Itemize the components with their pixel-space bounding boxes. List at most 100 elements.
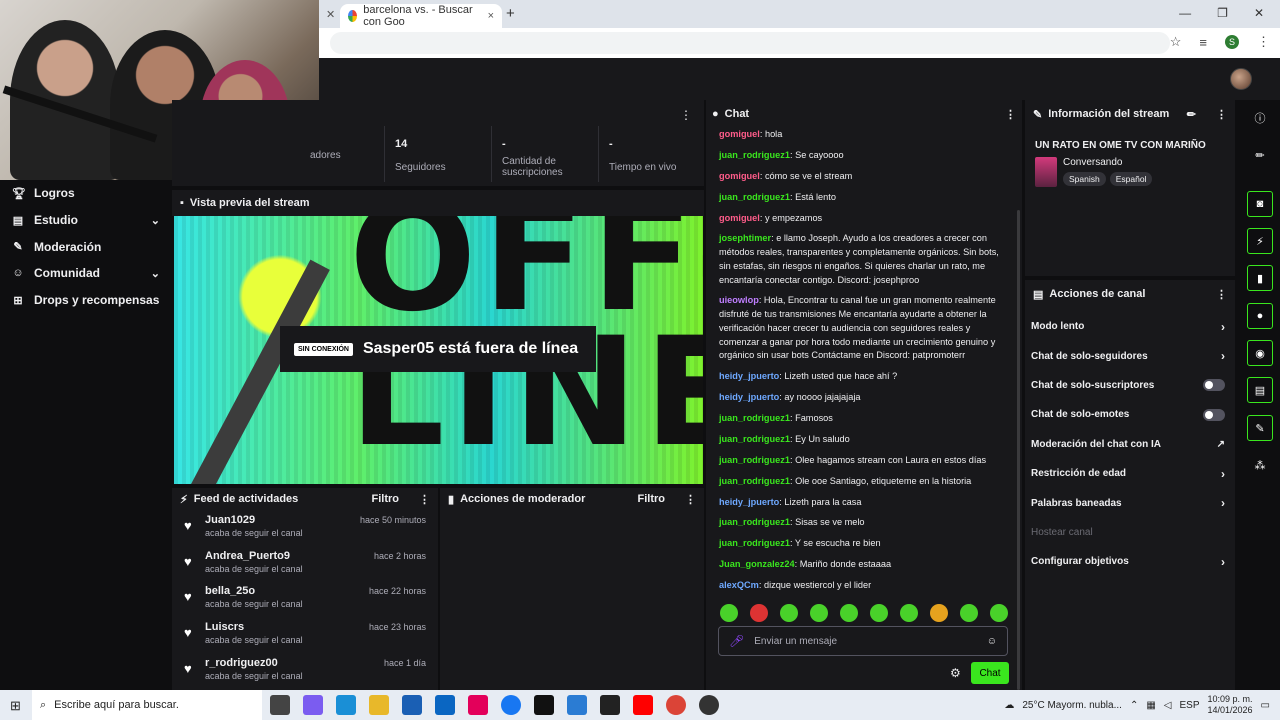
camera-icon[interactable]: ◙ <box>1247 191 1273 217</box>
more-options-icon[interactable]: ⋮ <box>419 493 430 506</box>
youtube-icon[interactable] <box>633 695 653 715</box>
chat-username[interactable]: juan_rodriguez1 <box>719 192 790 202</box>
clock[interactable]: 10:09 p. m. 14/01/2026 <box>1208 694 1253 716</box>
chat-username[interactable]: juan_rodriguez1 <box>719 455 790 465</box>
feed-item[interactable]: ♥ r_rodriguez00 acaba de seguir el canal… <box>172 653 438 689</box>
chat-username[interactable]: gomiguel <box>719 171 760 181</box>
obs-icon[interactable] <box>699 695 719 715</box>
emote-icon[interactable] <box>780 604 798 622</box>
chat-username[interactable]: alexQCm <box>719 580 759 590</box>
chat-username[interactable]: juan_rodriguez1 <box>719 413 790 423</box>
emotes-only-toggle[interactable] <box>1203 408 1225 421</box>
info-icon[interactable]: ⓘ <box>1247 105 1273 131</box>
emote-icon[interactable] <box>720 604 738 622</box>
tag[interactable]: Spanish <box>1063 172 1106 186</box>
app-icon[interactable] <box>567 695 587 715</box>
chat-username[interactable]: heidy_jpuerto <box>719 371 779 381</box>
action-followers-only[interactable]: Chat de solo-seguidores › <box>1025 341 1235 370</box>
chat-username[interactable]: juan_rodriguez1 <box>719 476 790 486</box>
tab-close-icon[interactable]: × <box>488 10 494 22</box>
nav-item-estudio[interactable]: ▤ Estudio ⌄ <box>0 207 172 234</box>
chat-username[interactable]: gomiguel <box>719 213 760 223</box>
emote-icon[interactable] <box>990 604 1008 622</box>
feed-item[interactable]: ♥ Luiscrs acaba de seguir el canal hace … <box>172 617 438 653</box>
emote-icon[interactable] <box>900 604 918 622</box>
more-options-icon[interactable]: ⋮ <box>1216 108 1227 121</box>
volume-icon[interactable]: ◁ <box>1164 700 1172 711</box>
weather-text[interactable]: 25°C Mayorm. nubla... <box>1022 700 1122 711</box>
chrome-menu-icon[interactable]: ⋮ <box>1257 34 1270 50</box>
chrome-icon[interactable] <box>666 695 686 715</box>
feed-filter-button[interactable]: Filtro <box>372 493 400 505</box>
chat-username[interactable]: juan_rodriguez1 <box>719 538 790 548</box>
media-app-icon[interactable] <box>468 695 488 715</box>
action-ai-moderation[interactable]: Moderación del chat con IA ↗ <box>1025 430 1235 459</box>
tray-expand-icon[interactable]: ⌃ <box>1130 700 1138 711</box>
emote-icon[interactable] <box>870 604 888 622</box>
edit-pencil-icon[interactable]: ✏ <box>1187 108 1196 121</box>
microphone-icon[interactable]: 🎤︎ <box>729 634 744 648</box>
emote-icon[interactable] <box>960 604 978 622</box>
address-bar[interactable] <box>330 32 1170 54</box>
nav-item-drops[interactable]: ⊞ Drops y recompensas <box>0 287 172 314</box>
notifications-icon[interactable]: ▭ <box>1261 700 1270 711</box>
profile-avatar[interactable]: S <box>1225 35 1239 49</box>
minimize-icon[interactable]: — <box>1179 6 1191 20</box>
new-tab-button[interactable]: + <box>506 5 515 22</box>
user-avatar[interactable] <box>1230 68 1252 90</box>
restore-icon[interactable]: ❐ <box>1217 6 1228 20</box>
more-options-icon[interactable]: ⋮ <box>680 108 692 122</box>
nav-item-moderacion[interactable]: ✎ Moderación <box>0 233 172 260</box>
taskbar-search[interactable]: ⌕ Escribe aquí para buscar. <box>32 690 262 720</box>
chat-input[interactable]: 🎤︎ Enviar un mensaje ☺ <box>718 626 1008 656</box>
chat-username[interactable]: heidy_jpuerto <box>719 497 779 507</box>
chat-send-button[interactable]: Chat <box>971 662 1009 684</box>
edit-pencil-icon[interactable]: ✏ <box>1247 142 1273 168</box>
subscribers-only-toggle[interactable] <box>1203 379 1225 392</box>
chat-username[interactable]: josephtimer <box>719 233 771 243</box>
nav-item-logros[interactable]: 🏆︎ Logros <box>0 180 172 207</box>
action-slow-mode[interactable]: Modo lento › <box>1025 312 1235 341</box>
more-options-icon[interactable]: ⋮ <box>1005 108 1016 121</box>
copilot-icon[interactable] <box>303 695 323 715</box>
bookmark-star-icon[interactable]: ☆ <box>1170 34 1182 50</box>
file-explorer-icon[interactable] <box>369 695 389 715</box>
gear-icon[interactable]: ⚙ <box>950 666 961 680</box>
chat-bubble-icon[interactable]: ● <box>1247 303 1273 329</box>
action-banned-words[interactable]: Palabras baneadas › <box>1025 488 1235 517</box>
more-options-icon[interactable]: ⋮ <box>685 493 696 506</box>
network-icon[interactable]: ▦ <box>1146 700 1155 711</box>
chat-username[interactable]: juan_rodriguez1 <box>719 434 790 444</box>
emote-icon[interactable] <box>810 604 828 622</box>
task-view-icon[interactable] <box>270 695 290 715</box>
chat-username[interactable]: gomiguel <box>719 129 760 139</box>
panels-icon[interactable]: ▤ <box>1247 377 1273 403</box>
action-age-restriction[interactable]: Restricción de edad › <box>1025 459 1235 488</box>
bolt-icon[interactable]: ⚡︎ <box>1247 228 1273 254</box>
apps-icon[interactable]: ⁂ <box>1247 452 1273 478</box>
emoji-icon[interactable]: ☺ <box>987 636 997 647</box>
chat-username[interactable]: Juan_gonzalez24 <box>719 559 795 569</box>
feed-item[interactable]: ♥ Andrea_Puerto9 acaba de seguir el cana… <box>172 546 438 582</box>
nav-item-comunidad[interactable]: ☺ Comunidad ⌄ <box>0 260 172 287</box>
chat-username[interactable]: juan_rodriguez1 <box>719 517 790 527</box>
outlook-icon[interactable] <box>435 695 455 715</box>
emote-icon[interactable] <box>930 604 948 622</box>
netflix-icon[interactable] <box>534 695 554 715</box>
document-icon[interactable]: ▮ <box>1247 265 1273 291</box>
chat-username[interactable]: juan_rodriguez1 <box>719 150 790 160</box>
more-options-icon[interactable]: ⋮ <box>1216 288 1227 301</box>
store-icon[interactable] <box>402 695 422 715</box>
broadcast-icon[interactable]: ◉ <box>1247 340 1273 366</box>
action-set-goals[interactable]: Configurar objetivos › <box>1025 547 1235 576</box>
feed-item[interactable]: ♥ Juan1029 acaba de seguir el canal hace… <box>172 510 438 546</box>
language-indicator[interactable]: ESP <box>1179 700 1199 711</box>
tag[interactable]: Español <box>1109 172 1153 186</box>
chat-username[interactable]: heidy_jpuerto <box>719 392 779 402</box>
browser-tab[interactable]: barcelona vs. - Buscar con Goo × <box>340 4 502 28</box>
chat-username[interactable]: uieowlop <box>719 295 759 305</box>
prev-tab-close-icon[interactable]: ✕ <box>326 8 335 21</box>
emote-icon[interactable] <box>840 604 858 622</box>
edge-icon[interactable] <box>336 695 356 715</box>
media-icon[interactable]: ≡ <box>1199 35 1207 50</box>
